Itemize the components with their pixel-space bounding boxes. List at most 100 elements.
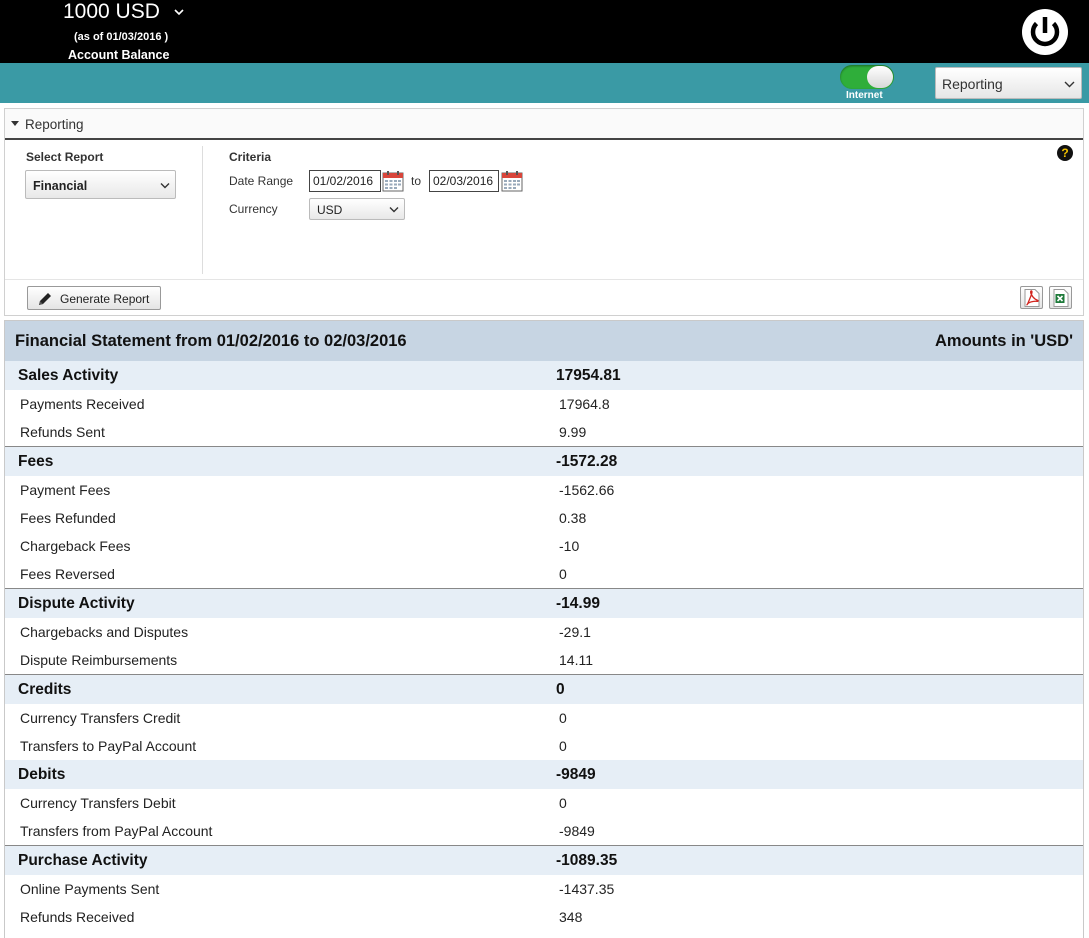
- date-to-input[interactable]: 02/03/2016: [429, 170, 499, 192]
- reporting-panel: Reporting Select Report Financial Criter…: [4, 108, 1084, 316]
- panel-divider: [202, 146, 203, 274]
- table-row: Payment Fees -1562.66: [5, 476, 1083, 504]
- row-value: 348: [559, 909, 583, 925]
- row-value: 0: [559, 738, 567, 754]
- section-row-purchase-activity: Purchase Activity -1089.35: [5, 845, 1083, 875]
- balance-label: Account Balance: [68, 48, 170, 62]
- pencil-icon: [39, 293, 51, 305]
- collapse-triangle-icon[interactable]: [11, 121, 19, 126]
- section-total: -14.99: [556, 595, 600, 612]
- row-value: 9.99: [559, 424, 587, 440]
- table-row: Transfers from PayPal Account -9849: [5, 817, 1083, 845]
- balance-amount[interactable]: 1000 USD: [63, 0, 160, 24]
- row-label: Fees Refunded: [20, 510, 116, 526]
- statement-title: Financial Statement from 01/02/2016 to 0…: [15, 332, 407, 350]
- section-label: Dispute Activity: [18, 595, 135, 612]
- generate-report-label: Generate Report: [60, 292, 150, 306]
- excel-icon: [1053, 289, 1069, 307]
- row-value: 17964.8: [559, 396, 610, 412]
- section-label: Sales Activity: [18, 367, 119, 384]
- table-row: Transfers to PayPal Account 0: [5, 732, 1083, 760]
- chevron-down-icon: [1064, 81, 1075, 88]
- table-row: Fees Refunded 0.38: [5, 504, 1083, 532]
- row-label: Currency Transfers Credit: [20, 710, 181, 726]
- amounts-currency-note: Amounts in 'USD': [934, 332, 1073, 350]
- row-label: Fees Reversed: [20, 566, 115, 582]
- table-row: Fees Reversed 0: [5, 560, 1083, 588]
- row-label: Chargeback Fees: [20, 538, 131, 554]
- statement-header: Financial Statement from 01/02/2016 to 0…: [5, 321, 1083, 362]
- row-label: Online Payments Sent: [20, 881, 160, 897]
- nav-select-value: Reporting: [942, 76, 1003, 92]
- currency-value: USD: [317, 203, 343, 217]
- row-value: 0.38: [559, 510, 587, 526]
- row-value: -1437.35: [559, 881, 615, 897]
- internet-toggle[interactable]: [840, 65, 894, 89]
- export-excel-button[interactable]: [1049, 286, 1072, 309]
- section-row-debits: Debits -9849: [5, 760, 1083, 789]
- table-row: Dispute Reimbursements 14.11: [5, 646, 1083, 674]
- chevron-down-icon: [160, 183, 170, 189]
- section-total: -9849: [556, 766, 596, 783]
- table-row: Chargeback Fees -10: [5, 532, 1083, 560]
- currency-select[interactable]: USD: [309, 198, 405, 220]
- generate-report-button[interactable]: Generate Report: [27, 286, 161, 310]
- row-label: Payments Received: [20, 396, 145, 412]
- report-type-value: Financial: [33, 179, 88, 193]
- row-value: 0: [559, 566, 567, 582]
- reporting-panel-title: Reporting: [25, 117, 84, 132]
- section-row-dispute-activity: Dispute Activity -14.99: [5, 588, 1083, 618]
- row-value: -1562.66: [559, 482, 615, 498]
- row-value: -29.1: [559, 624, 591, 640]
- chevron-down-icon[interactable]: [172, 5, 186, 19]
- section-total: 17954.81: [556, 367, 621, 384]
- balance-as-of: (as of 01/03/2016 ): [74, 31, 169, 43]
- toolbar: [0, 63, 1089, 103]
- row-label: Chargebacks and Disputes: [20, 624, 189, 640]
- section-label: Purchase Activity: [18, 852, 148, 869]
- row-value: -10: [559, 538, 580, 554]
- date-to-label: to: [411, 174, 422, 188]
- row-label: Transfers from PayPal Account: [20, 823, 213, 839]
- row-value: 0: [559, 710, 567, 726]
- select-report-label: Select Report: [26, 150, 104, 164]
- account-header: 1000 USD (as of 01/03/2016 ) Account Bal…: [0, 0, 1089, 63]
- currency-label: Currency: [229, 202, 278, 216]
- pdf-icon: [1024, 289, 1040, 307]
- calendar-icon[interactable]: [501, 170, 523, 192]
- row-value: 14.11: [559, 652, 593, 668]
- section-total: 0: [556, 681, 565, 698]
- criteria-label: Criteria: [229, 150, 272, 164]
- report-type-select[interactable]: Financial: [25, 170, 176, 199]
- section-label: Debits: [18, 766, 66, 783]
- row-label: Refunds Received: [20, 909, 135, 925]
- row-value: -9849: [559, 823, 595, 839]
- reporting-panel-header[interactable]: Reporting: [5, 109, 1083, 140]
- date-range-label: Date Range: [229, 174, 294, 188]
- table-row: Refunds Received 348: [5, 903, 1083, 931]
- nav-select[interactable]: Reporting: [935, 67, 1082, 99]
- help-icon[interactable]: ?: [1057, 145, 1073, 161]
- table-row: Payments Received 17964.8: [5, 390, 1083, 418]
- power-icon[interactable]: [1021, 8, 1069, 56]
- row-label: Payment Fees: [20, 482, 111, 498]
- section-row-sales-activity: Sales Activity 17954.81: [5, 361, 1083, 390]
- table-row: Currency Transfers Credit 0: [5, 704, 1083, 732]
- table-row: Online Payments Sent -1437.35: [5, 875, 1083, 903]
- row-label: Refunds Sent: [20, 424, 105, 440]
- panel-footer-divider: [5, 279, 1083, 280]
- table-row: Chargebacks and Disputes -29.1: [5, 618, 1083, 646]
- section-row-fees: Fees -1572.28: [5, 446, 1083, 476]
- toggle-knob[interactable]: [867, 66, 893, 88]
- row-label: Dispute Reimbursements: [20, 652, 178, 668]
- date-from-input[interactable]: 01/02/2016: [309, 170, 381, 192]
- export-pdf-button[interactable]: [1020, 286, 1043, 309]
- section-label: Fees: [18, 453, 54, 470]
- row-value: 0: [559, 795, 567, 811]
- internet-label: Internet: [846, 90, 883, 101]
- table-row: Refunds Sent 9.99: [5, 418, 1083, 446]
- chevron-down-icon: [389, 207, 399, 213]
- calendar-icon[interactable]: [382, 170, 404, 192]
- section-label: Credits: [18, 681, 72, 698]
- row-label: Currency Transfers Debit: [20, 795, 176, 811]
